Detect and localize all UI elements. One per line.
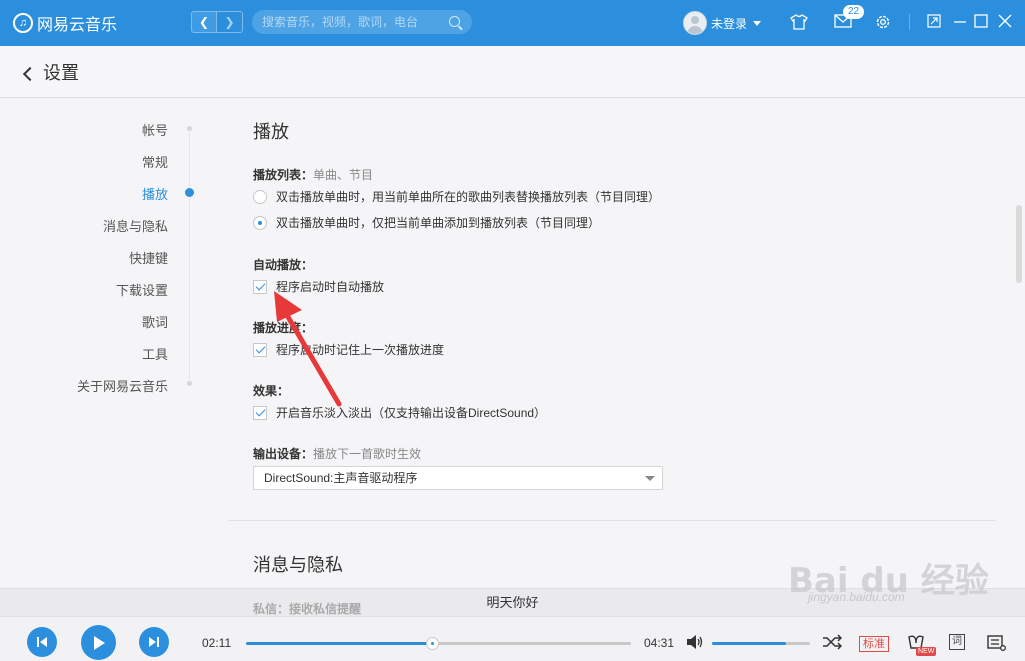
elapsed-time: 02:11 xyxy=(202,636,232,650)
progress-option-label[interactable]: 程序启动时记住上一次播放进度 xyxy=(276,341,444,358)
now-playing-title[interactable]: 明天你好 xyxy=(486,595,538,610)
previous-button[interactable] xyxy=(27,627,57,657)
progress-option[interactable]: 程序启动时记住上一次播放进度 xyxy=(253,341,444,358)
sidebar-item-shortcuts[interactable]: 快捷键 xyxy=(129,248,168,267)
app-name: 网易云音乐 xyxy=(37,17,118,34)
progress-fill xyxy=(246,642,433,645)
section-divider xyxy=(228,520,996,521)
page-title: 设置 xyxy=(43,62,79,83)
chevron-left-icon[interactable] xyxy=(22,66,38,81)
next-icon xyxy=(149,637,159,647)
section-title-privacy: 消息与隐私 xyxy=(253,555,343,575)
previous-icon xyxy=(37,637,47,647)
autoplay-checkbox[interactable] xyxy=(253,279,267,294)
duration-time: 04:31 xyxy=(644,636,675,650)
user-label[interactable]: 未登录 xyxy=(711,15,747,32)
title-bar: ♫ 网易云音乐 ❮ ❯ 搜索音乐，视频，歌词，电台 未登录 22 xyxy=(0,0,1025,46)
volume-fill xyxy=(712,642,786,645)
playlist-option-label[interactable]: 双击播放单曲时，仅把当前单曲添加到播放列表（节目同理） xyxy=(276,214,600,231)
sidebar-item-download[interactable]: 下载设置 xyxy=(116,280,168,299)
player-bar: 02:11 04:31 标准 NEW 词 xyxy=(0,616,1025,661)
avatar[interactable] xyxy=(683,11,707,35)
playlist-note: 单曲、节目 xyxy=(313,168,374,182)
output-device-value[interactable]: DirectSound:主声音驱动程序 xyxy=(264,471,417,485)
output-label: 输出设备：播放下一首歌时生效 xyxy=(253,445,421,462)
sidebar-dot xyxy=(187,381,192,386)
effects-checkbox[interactable] xyxy=(253,405,267,420)
next-button[interactable] xyxy=(139,627,169,657)
privacy-peek-note: 接收私信提醒 xyxy=(289,602,362,616)
titlebar-divider xyxy=(909,14,910,30)
playlist-option-label[interactable]: 双击播放单曲时，用当前单曲所在的歌曲列表替换播放列表（节目同理） xyxy=(276,188,660,205)
sidebar-item-account[interactable]: 帐号 xyxy=(142,120,168,139)
chevron-down-icon[interactable] xyxy=(753,20,762,26)
play-button[interactable] xyxy=(81,625,116,660)
progress-label: 播放进度： xyxy=(253,321,314,335)
netease-logo-icon: ♫ xyxy=(13,13,33,33)
effects-option[interactable]: 开启音乐淡入淡出（仅支持输出设备DirectSound） xyxy=(253,404,546,421)
settings-sidebar: 帐号 常规 播放 消息与隐私 快捷键 下载设置 歌词 工具 关于网易云音乐 xyxy=(0,98,200,588)
skin-icon[interactable] xyxy=(790,14,808,34)
progress-checkbox[interactable] xyxy=(253,342,267,357)
sidebar-item-lyrics[interactable]: 歌词 xyxy=(142,312,168,331)
effects-label: 效果： xyxy=(253,384,290,398)
playlist-label: 播放列表：单曲、节目 xyxy=(253,166,373,183)
settings-content: 播放 播放列表：单曲、节目 双击播放单曲时，用当前单曲所在的歌曲列表替换播放列表… xyxy=(228,98,998,588)
effects-option-label[interactable]: 开启音乐淡入淡出（仅支持输出设备DirectSound） xyxy=(276,404,546,421)
output-device-select[interactable]: DirectSound:主声音驱动程序 xyxy=(253,466,663,490)
settings-header: 设置 xyxy=(0,46,1025,98)
baidu-watermark-url: jingyan.baidu.com xyxy=(808,590,905,604)
sidebar-item-about[interactable]: 关于网易云音乐 xyxy=(77,376,168,395)
volume-slider[interactable] xyxy=(712,642,810,645)
scrollbar-thumb[interactable] xyxy=(1016,205,1022,283)
search-input[interactable]: 搜索音乐，视频，歌词，电台 xyxy=(252,10,472,34)
user-menu[interactable]: 未登录 xyxy=(683,11,762,35)
play-icon xyxy=(93,635,105,650)
playlist-icon[interactable] xyxy=(987,634,1007,655)
radio-replace[interactable] xyxy=(253,189,267,204)
search-placeholder: 搜索音乐，视频，歌词，电台 xyxy=(262,15,419,29)
sidebar-item-privacy[interactable]: 消息与隐私 xyxy=(103,216,168,235)
sidebar-item-general[interactable]: 常规 xyxy=(142,152,168,171)
playlist-label-text: 播放列表： xyxy=(253,168,314,182)
radio-append[interactable] xyxy=(253,215,267,230)
chevron-down-icon[interactable] xyxy=(645,476,655,481)
progress-slider[interactable] xyxy=(246,637,631,650)
close-icon[interactable] xyxy=(998,14,1012,32)
section-title-playback: 播放 xyxy=(253,122,289,142)
autoplay-option[interactable]: 程序启动时自动播放 xyxy=(253,278,384,295)
back-nav-button[interactable]: ❮ xyxy=(191,11,217,33)
privacy-peek-label: 私信： xyxy=(253,602,290,616)
message-count-badge: 22 xyxy=(843,5,865,19)
sidebar-item-tools[interactable]: 工具 xyxy=(142,344,168,363)
minimize-icon[interactable] xyxy=(953,14,967,32)
sidebar-dot-active xyxy=(185,188,194,197)
gear-icon[interactable] xyxy=(875,14,891,34)
maximize-icon[interactable] xyxy=(974,14,988,32)
shuffle-icon[interactable] xyxy=(822,634,843,653)
sidebar-dot xyxy=(187,126,192,131)
output-label-text: 输出设备： xyxy=(253,447,314,461)
quality-button[interactable]: 标准 xyxy=(859,636,889,652)
lyric-button[interactable]: 词 xyxy=(949,634,965,650)
sidebar-timeline xyxy=(189,128,190,384)
sidebar-item-playback[interactable]: 播放 xyxy=(142,184,168,203)
progress-knob[interactable] xyxy=(426,637,440,650)
playlist-append-option[interactable]: 双击播放单曲时，仅把当前单曲添加到播放列表（节目同理） xyxy=(253,214,600,231)
new-badge: NEW xyxy=(916,647,937,656)
search-icon[interactable] xyxy=(449,16,460,27)
forward-nav-button[interactable]: ❯ xyxy=(217,11,243,33)
autoplay-option-label[interactable]: 程序启动时自动播放 xyxy=(276,278,384,295)
playlist-replace-option[interactable]: 双击播放单曲时，用当前单曲所在的歌曲列表替换播放列表（节目同理） xyxy=(253,188,660,205)
output-note: 播放下一首歌时生效 xyxy=(313,447,422,461)
privacy-peek-text: 私信：接收私信提醒 xyxy=(253,600,361,617)
app-logo[interactable]: ♫ 网易云音乐 xyxy=(13,11,117,35)
settings-back-button[interactable]: 设置 xyxy=(22,59,79,85)
mini-mode-icon[interactable] xyxy=(927,14,941,32)
autoplay-label: 自动播放： xyxy=(253,258,314,272)
volume-icon[interactable] xyxy=(686,634,704,653)
